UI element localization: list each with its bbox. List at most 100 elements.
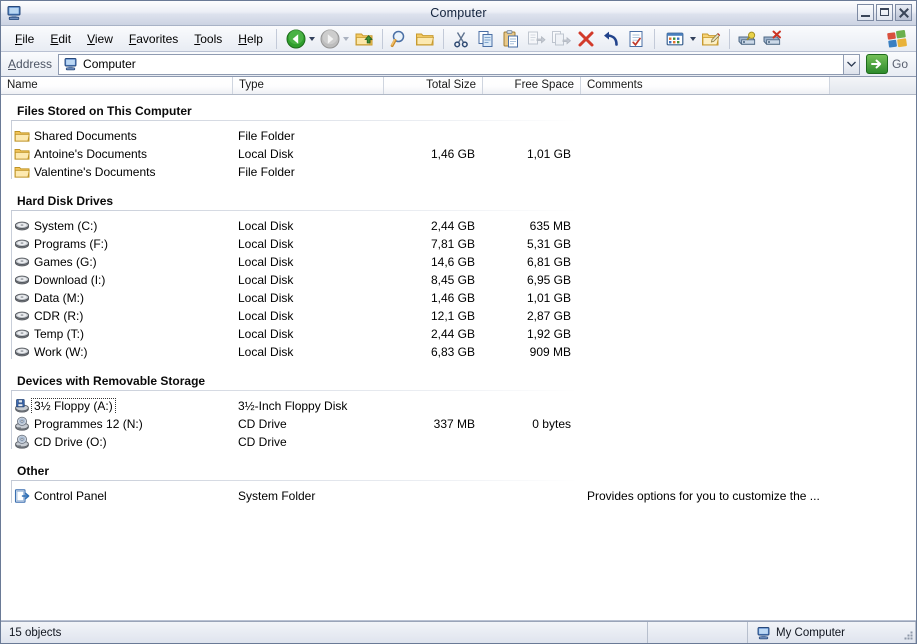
status-zone-label: My Computer [776, 626, 846, 639]
delete-button[interactable] [574, 27, 599, 50]
folder-options-button[interactable] [699, 27, 724, 50]
views-button[interactable] [660, 27, 690, 50]
back-button[interactable] [284, 27, 309, 50]
list-item-type: Local Disk [238, 291, 294, 305]
list-item[interactable]: Data (M:) Local Disk 1,46 GB 1,01 GB [1, 289, 916, 307]
menu-item-file[interactable]: File [7, 29, 42, 49]
views-dropdown-chevron-down-icon[interactable] [689, 36, 696, 41]
list-item-free-space: 6,95 GB [526, 273, 571, 287]
group-title: Files Stored on This Computer [17, 104, 192, 118]
list-item[interactable]: Programmes 12 (N:) CD Drive 337 MB 0 bytes [1, 415, 916, 433]
list-item[interactable]: Valentine's Documents File Folder [1, 163, 916, 181]
address-bar: Address Computer Go [1, 52, 916, 77]
maximize-button[interactable] [876, 4, 893, 21]
menu-item-edit[interactable]: Edit [42, 29, 79, 49]
up-button[interactable] [352, 27, 377, 50]
hard-drive-icon [14, 344, 30, 360]
list-item[interactable]: Control Panel System Folder Provides optio… [1, 487, 916, 505]
list-item-name-cell: Antoine's Documents [1, 146, 233, 162]
paste-button[interactable] [499, 27, 524, 50]
list-item-total-size: 2,44 GB [430, 327, 475, 341]
column-header-type[interactable]: Type [233, 77, 384, 94]
properties-button[interactable] [624, 27, 649, 50]
group-header-hard-disk-drives[interactable]: Hard Disk Drives [1, 185, 916, 211]
undo-button[interactable] [599, 27, 624, 50]
column-header-name[interactable]: Name [1, 77, 233, 94]
cd-drive-icon [14, 434, 30, 450]
folder-icon [14, 128, 30, 144]
list-item-label: System (C:) [34, 218, 98, 233]
list-item-label: Antoine's Documents [34, 146, 148, 161]
list-item-total-size: 7,81 GB [430, 237, 475, 251]
toolbar-divider [275, 28, 277, 49]
list-item[interactable]: System (C:) Local Disk 2,44 GB 635 MB [1, 217, 916, 235]
menu-item-help[interactable]: Help [230, 29, 271, 49]
forward-dropdown-chevron-down-icon[interactable] [342, 36, 349, 41]
search-button[interactable] [388, 27, 413, 50]
group-body-files-stored-on-this-computer: Shared Documents File Folder Antoine's Doc… [1, 121, 916, 185]
address-label: Address [1, 57, 58, 71]
menu-accel-favorites: F [128, 31, 137, 46]
list-item[interactable]: CDR (R:) Local Disk 12,1 GB 2,87 GB [1, 307, 916, 325]
menu-item-view[interactable]: View [79, 29, 121, 49]
list-item-free-space: 1,01 GB [526, 291, 571, 305]
copy-to-button[interactable] [549, 27, 574, 50]
map-drive-button[interactable] [735, 27, 760, 50]
menu-item-tools[interactable]: Tools [186, 29, 230, 49]
list-item[interactable]: Download (I:) Local Disk 8,45 GB 6,95 GB [1, 271, 916, 289]
group-header-files-stored-on-this-computer[interactable]: Files Stored on This Computer [1, 95, 916, 121]
list-item-free-space: 1,01 GB [526, 147, 571, 161]
list-item[interactable]: Programs (F:) Local Disk 7,81 GB 5,31 GB [1, 235, 916, 253]
hard-drive-icon [14, 218, 30, 234]
group-body-devices-with-removable-storage: 3½ Floppy (A:) 3½-Inch Floppy Disk Program… [1, 391, 916, 455]
list-view[interactable]: Files Stored on This Computer Shared Docu… [1, 95, 916, 620]
list-item[interactable]: Work (W:) Local Disk 6,83 GB 909 MB [1, 343, 916, 361]
list-item-total-size: 2,44 GB [430, 219, 475, 233]
minimize-button[interactable] [857, 4, 874, 21]
control-panel-icon [14, 488, 30, 504]
window-controls [857, 4, 912, 21]
group-body-hard-disk-drives: System (C:) Local Disk 2,44 GB 635 MB Progra… [1, 211, 916, 365]
list-item[interactable]: Temp (T:) Local Disk 2,44 GB 1,92 GB [1, 325, 916, 343]
list-item-type: File Folder [238, 165, 295, 179]
list-item-type: Local Disk [238, 219, 294, 233]
close-button[interactable] [895, 4, 912, 21]
column-header-total-size[interactable]: Total Size [384, 77, 483, 94]
list-item-free-space: 6,81 GB [526, 255, 571, 269]
folders-button[interactable] [413, 27, 438, 50]
group-header-devices-with-removable-storage[interactable]: Devices with Removable Storage [1, 365, 916, 391]
list-item[interactable]: Games (G:) Local Disk 14,6 GB 6,81 GB [1, 253, 916, 271]
address-input[interactable]: Computer [58, 53, 843, 75]
list-item[interactable]: 3½ Floppy (A:) 3½-Inch Floppy Disk [1, 397, 916, 415]
cd-drive-icon [14, 416, 30, 432]
status-object-count: 15 objects [1, 622, 648, 643]
list-item-type: File Folder [238, 129, 295, 143]
go-button[interactable]: Go [860, 54, 916, 74]
cut-button[interactable] [449, 27, 474, 50]
list-item[interactable]: Antoine's Documents Local Disk 1,46 GB 1,01… [1, 145, 916, 163]
list-item-label: Games (G:) [34, 254, 97, 269]
address-value[interactable]: Computer [83, 57, 136, 71]
disconnect-drive-button[interactable] [760, 27, 785, 50]
my-computer-icon[interactable] [5, 4, 23, 22]
folder-icon [14, 164, 30, 180]
address-dropdown-chevron-down-icon[interactable] [842, 53, 860, 75]
list-item[interactable]: CD Drive (O:) CD Drive [1, 433, 916, 451]
column-header-comments[interactable]: Comments [581, 77, 830, 94]
list-item-total-size: 337 MB [433, 417, 475, 431]
column-header-free-space[interactable]: Free Space [483, 77, 581, 94]
resize-grip[interactable] [902, 629, 914, 641]
back-dropdown-chevron-down-icon[interactable] [308, 36, 315, 41]
list-item-label: Data (M:) [34, 290, 85, 305]
list-item-name-cell: 3½ Floppy (A:) [1, 398, 233, 414]
menu-accel-help: H [238, 31, 247, 46]
list-item[interactable]: Shared Documents File Folder [1, 127, 916, 145]
forward-button[interactable] [318, 27, 343, 50]
hard-drive-icon [14, 326, 30, 342]
hard-drive-icon [14, 308, 30, 324]
windows-flag-icon[interactable] [884, 28, 910, 50]
menu-item-favorites[interactable]: Favorites [121, 29, 186, 49]
copy-button[interactable] [474, 27, 499, 50]
move-to-button[interactable] [524, 27, 549, 50]
group-header-other[interactable]: Other [1, 455, 916, 481]
